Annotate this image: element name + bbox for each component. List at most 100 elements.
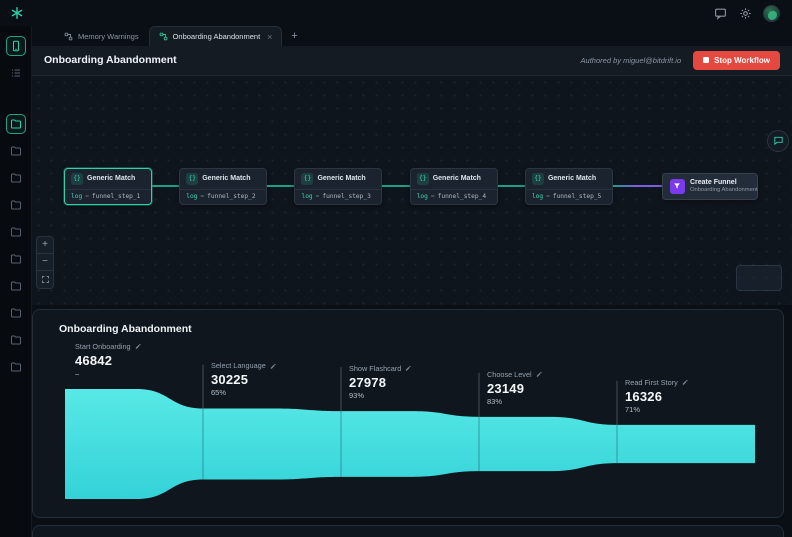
canvas-minimap[interactable] — [736, 264, 782, 291]
zoom-in-button[interactable]: + — [37, 237, 53, 254]
tab-label: Onboarding Abandonment — [172, 32, 261, 41]
generic-match-node-5[interactable]: {} Generic Match log = funnel_step_5 — [524, 167, 613, 205]
funnel-stage-3: Show Flashcard 27978 93% — [349, 364, 469, 400]
funnel-stage-4: Choose Level 23149 83% — [487, 370, 607, 406]
stage-conversion: 71% — [625, 404, 641, 414]
workflow-header: Onboarding Abandonment Authored by migue… — [32, 46, 792, 76]
tab-onboarding-abandonment[interactable]: Onboarding Abandonment × — [148, 26, 283, 46]
sidebar-folder-4[interactable] — [6, 195, 26, 215]
node-condition: log = funnel_step_2 — [180, 188, 267, 204]
tab-memory-warnings[interactable]: Memory Warnings — [54, 26, 149, 46]
edit-stage-icon[interactable] — [405, 365, 412, 372]
sidebar-folder-3[interactable] — [6, 168, 26, 188]
generic-match-node-1[interactable]: {} Generic Match log = funnel_step_1 — [64, 167, 152, 205]
braces-icon: {} — [301, 172, 314, 185]
fit-view-icon — [41, 276, 49, 283]
folder-icon — [10, 280, 22, 292]
folder-icon — [10, 226, 22, 238]
edit-stage-icon[interactable] — [135, 343, 142, 350]
stop-workflow-button[interactable]: Stop Workflow — [693, 50, 780, 70]
braces-icon: {} — [71, 172, 83, 185]
sidebar-folders — [5, 114, 26, 384]
edit-stage-icon[interactable] — [682, 379, 689, 386]
folder-icon — [10, 199, 22, 211]
sidebar-folder-5[interactable] — [6, 222, 26, 242]
tab-bar: Memory Warnings Onboarding Abandonment ×… — [32, 26, 792, 46]
stage-conversion: 83% — [487, 396, 503, 406]
bitdrift-logo-icon — [9, 5, 25, 21]
sidebar-folder-10[interactable] — [6, 357, 26, 377]
funnel-stage-5: Read First Story 16326 71% — [625, 378, 745, 414]
chat-bubble-icon — [773, 137, 783, 146]
generic-match-node-4[interactable]: {} Generic Match log = funnel_step_4 — [409, 167, 498, 205]
authored-by-text: Authored by miguel@bitdrift.io — [580, 55, 682, 65]
settings-gear-icon[interactable] — [738, 6, 752, 20]
folder-icon — [10, 172, 22, 184]
create-funnel-node[interactable]: Create Funnel Onboarding Abandonment — [661, 172, 758, 200]
top-bar — [0, 0, 792, 26]
sidebar-folder-6[interactable] — [6, 249, 26, 269]
stage-label: Show Flashcard — [349, 364, 402, 374]
next-panel-preview — [32, 525, 784, 537]
stage-label: Select Language — [211, 361, 266, 371]
sidebar-folder-2[interactable] — [6, 141, 26, 161]
folder-icon — [10, 334, 22, 346]
node-title: Generic Match — [317, 175, 366, 183]
stage-conversion: 65% — [211, 388, 227, 398]
stage-label: Choose Level — [487, 369, 532, 379]
edit-stage-icon[interactable] — [270, 363, 277, 370]
sidebar-folder-1[interactable] — [5, 114, 26, 134]
device-icon — [10, 40, 22, 52]
funnel-stage-1: Start Onboarding 46842 – — [75, 342, 195, 378]
zoom-out-button[interactable]: − — [37, 254, 53, 271]
tab-list: Memory Warnings Onboarding Abandonment × — [54, 26, 283, 46]
sidebar-folder-8[interactable] — [6, 303, 26, 323]
workflow-icon — [64, 32, 73, 41]
workflow-canvas[interactable]: {} Generic Match log = funnel_step_1 {} Ge… — [32, 75, 792, 305]
left-sidebar — [0, 26, 32, 537]
stage-value: 46842 — [75, 352, 113, 368]
funnel-panel-title: Onboarding Abandonment — [59, 322, 192, 335]
fit-view-button[interactable] — [37, 271, 53, 288]
node-condition: log = funnel_step_5 — [525, 188, 612, 204]
edit-stage-icon[interactable] — [536, 371, 543, 378]
generic-match-node-2[interactable]: {} Generic Match log = funnel_step_2 — [179, 167, 268, 205]
generic-match-node-3[interactable]: {} Generic Match log = funnel_step_3 — [294, 167, 383, 205]
node-condition: log = funnel_step_4 — [410, 188, 497, 204]
braces-icon: {} — [531, 172, 544, 185]
app-window: Memory Warnings Onboarding Abandonment ×… — [0, 0, 792, 537]
close-tab-icon[interactable]: × — [267, 32, 272, 42]
funnel-chart: Start Onboarding 46842 – Select Language… — [65, 340, 755, 510]
sidebar-folder-9[interactable] — [6, 330, 26, 350]
output-node-subtitle: Onboarding Abandonment — [689, 187, 758, 194]
stage-conversion: – — [75, 368, 80, 378]
edge-connector — [267, 185, 295, 188]
workflow-icon — [159, 32, 168, 41]
tab-label: Memory Warnings — [78, 32, 139, 41]
stop-icon — [703, 57, 710, 64]
stage-label: Start Onboarding — [75, 341, 131, 351]
stage-value: 30225 — [211, 372, 249, 388]
new-tab-button[interactable]: + — [286, 28, 302, 44]
assistant-chat-button[interactable] — [767, 129, 789, 152]
edge-connector — [152, 185, 180, 188]
sidebar-folder-7[interactable] — [6, 276, 26, 296]
node-condition: log = funnel_step_3 — [295, 188, 382, 204]
page-title: Onboarding Abandonment — [44, 54, 177, 67]
output-node-title: Create Funnel — [689, 179, 737, 187]
sidebar-item-device[interactable] — [5, 36, 26, 56]
messages-icon[interactable] — [713, 6, 727, 20]
sidebar-item-list[interactable] — [6, 63, 26, 83]
funnel-panel: Onboarding Abandonment Start Onboarding … — [32, 308, 784, 519]
user-avatar[interactable] — [763, 4, 780, 22]
folder-icon — [10, 253, 22, 265]
node-title: Generic Match — [202, 175, 251, 183]
node-condition: log = funnel_step_1 — [65, 188, 151, 204]
braces-icon: {} — [416, 172, 429, 185]
edge-connector — [497, 185, 525, 188]
stage-value: 16326 — [625, 388, 663, 404]
folder-icon — [10, 307, 22, 319]
node-title: Generic Match — [87, 175, 136, 183]
folder-icon — [10, 361, 22, 373]
folder-icon — [10, 118, 22, 130]
